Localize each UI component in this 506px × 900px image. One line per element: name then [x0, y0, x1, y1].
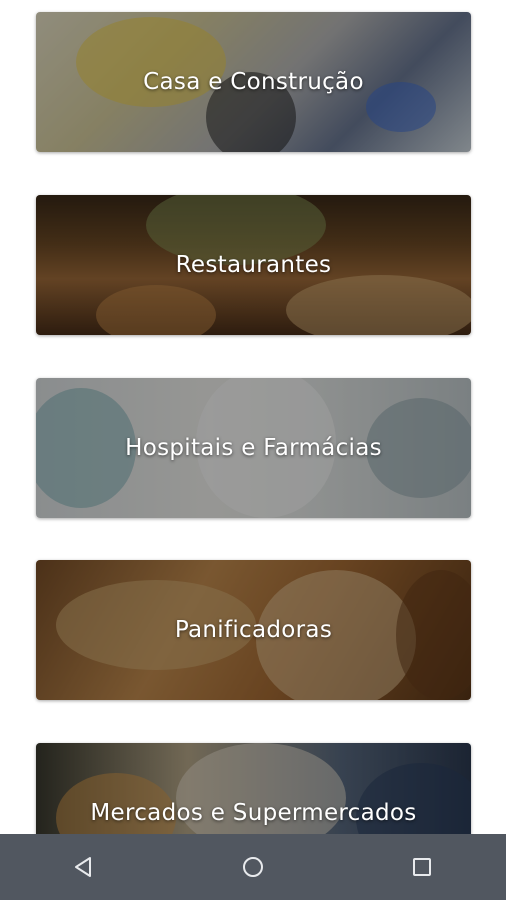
- category-label: Restaurantes: [175, 252, 332, 278]
- category-card-panificadoras[interactable]: Panificadoras: [36, 560, 471, 700]
- home-button[interactable]: [223, 837, 283, 897]
- category-card-mercados-supermercados[interactable]: Mercados e Supermercados: [36, 743, 471, 834]
- category-label: Mercados e Supermercados: [90, 800, 417, 826]
- category-label: Hospitais e Farmácias: [125, 435, 382, 461]
- category-card-restaurantes[interactable]: Restaurantes: [36, 195, 471, 335]
- category-label: Casa e Construção: [143, 69, 364, 95]
- category-list: Casa e Construção Restaurantes Hospitais…: [0, 0, 506, 834]
- category-label: Panificadoras: [174, 617, 333, 643]
- category-card-hospitais-farmacias[interactable]: Hospitais e Farmácias: [36, 378, 471, 518]
- circle-home-icon: [242, 857, 263, 877]
- back-button[interactable]: [54, 837, 114, 897]
- category-card-casa-construcao[interactable]: Casa e Construção: [36, 12, 471, 152]
- system-navigation-bar: [0, 834, 506, 900]
- triangle-back-icon: [75, 857, 92, 877]
- square-recents-icon: [412, 858, 431, 876]
- recents-button[interactable]: [392, 837, 452, 897]
